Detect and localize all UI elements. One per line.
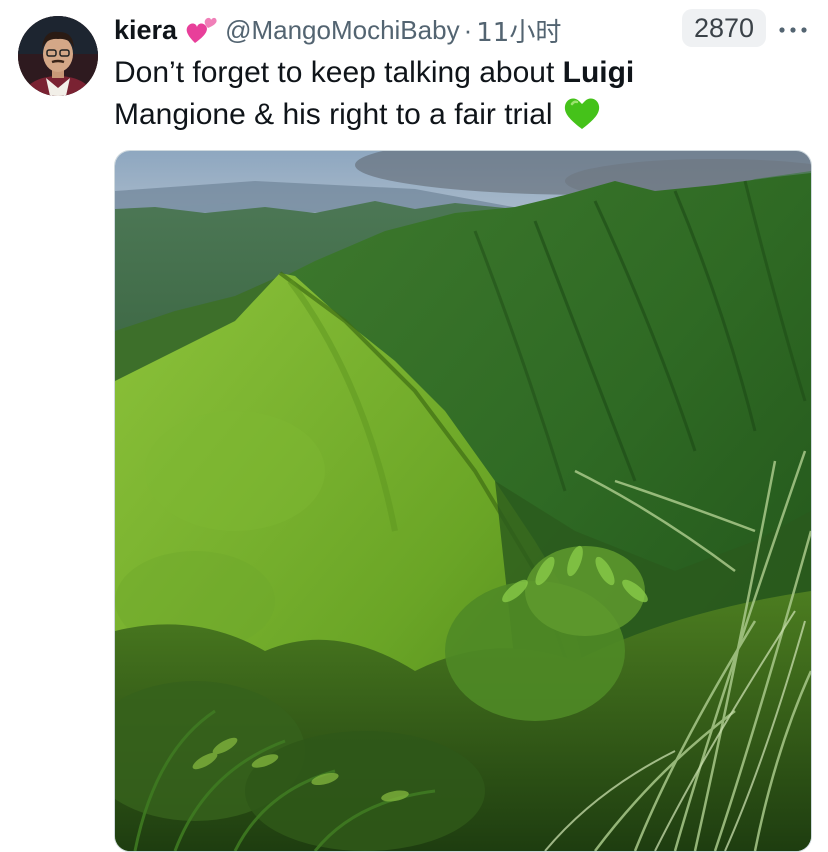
separator-dot: · [463, 14, 473, 45]
tweet-card[interactable]: kiera @MangoMochiBaby · 11小时 2870 Don’t … [0, 0, 828, 852]
two-hearts-icon [185, 15, 217, 45]
more-options-icon[interactable] [776, 16, 810, 44]
tweet-photo[interactable] [114, 150, 812, 852]
tweet-text-bold: Luigi [562, 56, 635, 89]
author-handle[interactable]: @MangoMochiBaby [225, 15, 460, 46]
avatar[interactable] [18, 16, 98, 96]
view-count-badge: 2870 [682, 9, 766, 47]
tweet-text: Don’t forget to keep talking about Luigi… [114, 52, 804, 143]
author-name[interactable]: kiera [114, 15, 177, 46]
green-heart-icon [563, 95, 601, 143]
tweet-timestamp[interactable]: 11小时 [476, 12, 561, 49]
tweet-header: kiera @MangoMochiBaby · 11小时 [114, 12, 561, 48]
tweet-text-part1: Don’t forget to keep talking about [114, 56, 563, 89]
tweet-text-line2: Mangione & his right to a fair trial [114, 98, 553, 131]
